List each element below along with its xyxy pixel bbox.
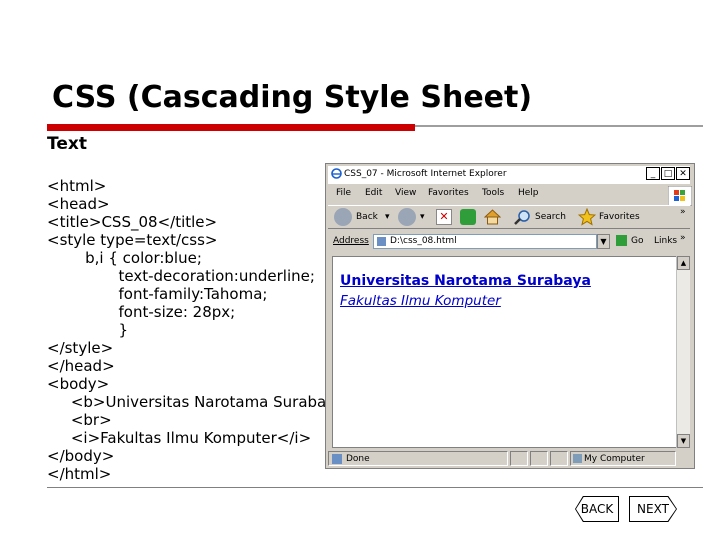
status-cell bbox=[550, 451, 568, 466]
go-arrow-icon[interactable] bbox=[616, 235, 627, 246]
toolbar: Back ▾ ▾ ✕ Search Favorites » bbox=[328, 205, 690, 229]
code-line: <body> bbox=[47, 375, 110, 393]
maximize-button[interactable]: □ bbox=[661, 167, 675, 180]
bold-university-text: Universitas Narotama Surabaya bbox=[340, 273, 591, 289]
code-line: } bbox=[47, 321, 129, 339]
slide-subtitle: Text bbox=[47, 134, 87, 154]
search-label[interactable]: Search bbox=[535, 212, 566, 222]
links-overflow-icon[interactable]: » bbox=[680, 233, 686, 243]
code-line: <head> bbox=[47, 195, 110, 213]
close-button[interactable]: ✕ bbox=[676, 167, 690, 180]
favorites-label[interactable]: Favorites bbox=[599, 212, 640, 222]
code-line: <title>CSS_08</title> bbox=[47, 213, 218, 231]
code-line: </style> bbox=[47, 339, 114, 357]
scroll-up-icon[interactable]: ▲ bbox=[677, 256, 690, 270]
menu-help[interactable]: Help bbox=[518, 188, 539, 198]
ie-icon bbox=[331, 168, 342, 179]
code-line: </head> bbox=[47, 357, 115, 375]
address-input[interactable]: D:\css_08.html bbox=[373, 234, 597, 249]
address-value: D:\css_08.html bbox=[390, 236, 457, 246]
search-icon[interactable] bbox=[514, 209, 531, 226]
back-label[interactable]: Back bbox=[356, 212, 378, 222]
address-label: Address bbox=[333, 236, 369, 246]
page-icon bbox=[377, 237, 386, 246]
status-cell bbox=[510, 451, 528, 466]
menu-tools[interactable]: Tools bbox=[482, 188, 504, 198]
window-title: CSS_07 - Microsoft Internet Explorer bbox=[344, 169, 507, 179]
forward-dropdown-icon[interactable]: ▾ bbox=[420, 212, 425, 222]
go-button[interactable]: Go bbox=[631, 236, 643, 246]
back-button-label: BACK bbox=[580, 502, 614, 516]
home-icon[interactable] bbox=[483, 209, 502, 225]
next-button[interactable]: NEXT bbox=[629, 496, 677, 522]
minimize-button[interactable]: _ bbox=[646, 167, 660, 180]
title-accent-bar bbox=[47, 124, 415, 131]
menu-bar: File Edit View Favorites Tools Help bbox=[328, 186, 692, 206]
italic-faculty-text: Fakultas Ilmu Komputer bbox=[340, 293, 501, 309]
status-cell bbox=[530, 451, 548, 466]
refresh-icon[interactable] bbox=[460, 209, 476, 225]
code-line: font-family:Tahoma; bbox=[47, 285, 268, 303]
code-line: font-size: 28px; bbox=[47, 303, 236, 321]
stop-icon[interactable]: ✕ bbox=[436, 209, 452, 225]
code-line: text-decoration:underline; bbox=[47, 267, 315, 285]
code-line: </html> bbox=[47, 465, 112, 483]
code-line: <html> bbox=[47, 177, 107, 195]
code-line: <style type=text/css> bbox=[47, 231, 218, 249]
next-button-label: NEXT bbox=[637, 502, 669, 516]
menu-favorites[interactable]: Favorites bbox=[428, 188, 469, 198]
forward-arrow-icon[interactable] bbox=[398, 208, 416, 226]
back-arrow-icon[interactable] bbox=[334, 208, 352, 226]
favorites-star-icon[interactable] bbox=[577, 207, 597, 226]
status-bar: Done My Computer bbox=[328, 451, 690, 467]
code-line: b,i { color:blue; bbox=[47, 249, 202, 267]
menu-file[interactable]: File bbox=[336, 188, 351, 198]
bottom-divider bbox=[47, 487, 703, 488]
menu-view[interactable]: View bbox=[395, 188, 416, 198]
page-done-icon bbox=[332, 454, 342, 464]
window-titlebar: CSS_07 - Microsoft Internet Explorer _ □… bbox=[328, 166, 690, 184]
browser-window: CSS_07 - Microsoft Internet Explorer _ □… bbox=[325, 163, 695, 469]
slide-title: CSS (Cascading Style Sheet) bbox=[52, 80, 533, 115]
menu-edit[interactable]: Edit bbox=[365, 188, 382, 198]
status-done: Done bbox=[346, 454, 370, 464]
code-line: <br> bbox=[47, 411, 112, 429]
scroll-down-icon[interactable]: ▼ bbox=[677, 434, 690, 448]
links-label[interactable]: Links bbox=[654, 236, 677, 246]
vertical-scrollbar[interactable]: ▲ ▼ bbox=[676, 256, 690, 448]
address-dropdown-icon[interactable]: ▼ bbox=[597, 234, 610, 249]
page-content: Universitas Narotama Surabaya Fakultas I… bbox=[332, 256, 682, 448]
address-bar: Address D:\css_08.html ▼ Go Links » bbox=[328, 231, 690, 253]
toolbar-overflow-icon[interactable]: » bbox=[680, 207, 686, 217]
my-computer-icon bbox=[573, 454, 582, 463]
back-dropdown-icon[interactable]: ▾ bbox=[385, 212, 390, 222]
code-line: </body> bbox=[47, 447, 115, 465]
status-zone: My Computer bbox=[584, 454, 645, 464]
windows-logo-icon bbox=[668, 186, 692, 206]
back-button[interactable]: BACK bbox=[575, 496, 619, 522]
code-line: <i>Fakultas Ilmu Komputer</i> bbox=[47, 429, 312, 447]
